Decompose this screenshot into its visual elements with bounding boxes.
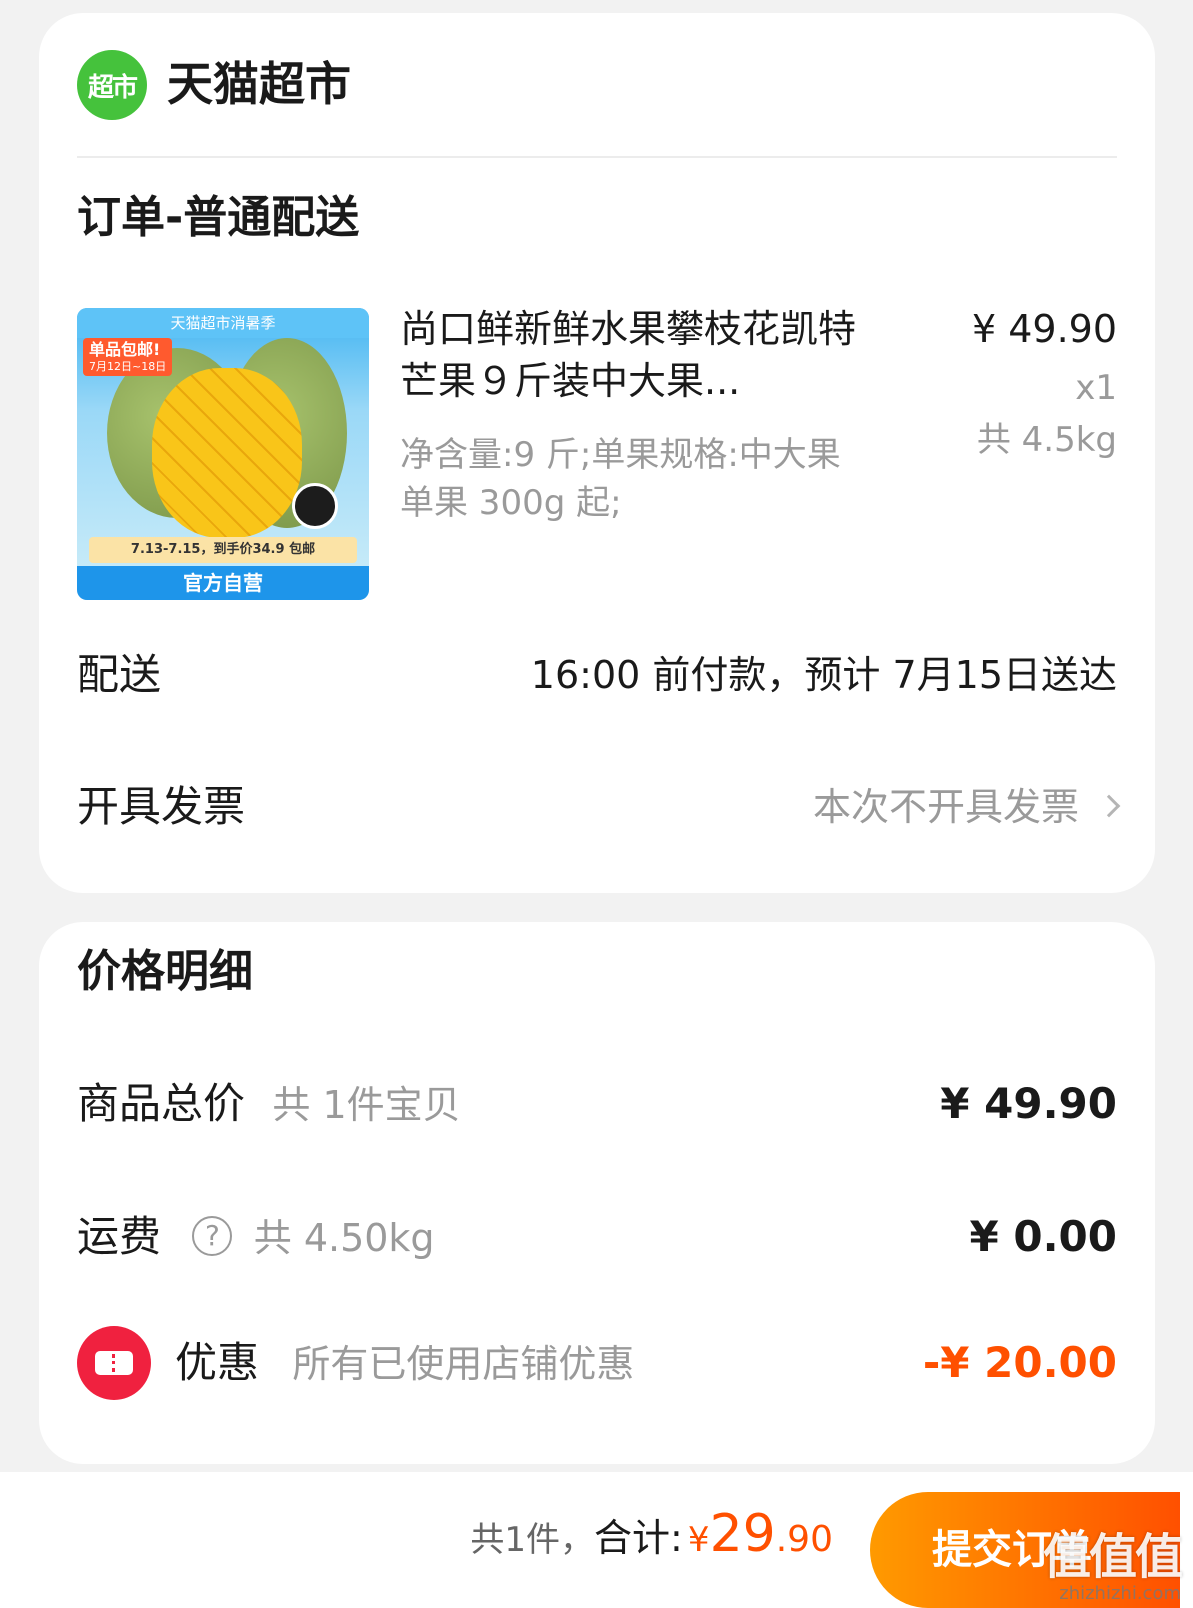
price-detail-card: 价格明细 商品总价 共 1件宝贝 ¥ 49.90 运费 ? 共 4.50kg ¥… bbox=[39, 922, 1155, 1464]
thumb-price-note: 7.13-7.15，到手价34.9 包邮 bbox=[89, 537, 357, 563]
checkout-bar: 共1件，合计: ¥29.90 提交订单 值值值 zhizhizhi.com bbox=[0, 1472, 1193, 1608]
total-label: 合计: bbox=[594, 1516, 683, 1560]
goods-total-label: 商品总价 bbox=[77, 1079, 246, 1128]
coupon-icon bbox=[77, 1326, 151, 1400]
thumb-promo-text: 单品包邮! bbox=[89, 340, 161, 359]
discount-note: 所有已使用店铺优惠 bbox=[292, 1342, 635, 1386]
thumb-official-label: 官方自营 bbox=[77, 566, 369, 600]
store-logo: 超市 bbox=[77, 50, 147, 120]
shipping-label: 运费 bbox=[77, 1212, 162, 1261]
store-name[interactable]: 天猫超市 bbox=[167, 53, 351, 115]
invoice-value: 本次不开具发票 bbox=[812, 785, 1079, 829]
invoice-label: 开具发票 bbox=[77, 782, 246, 831]
product-title[interactable]: 尚口鲜新鲜水果攀枝花凯特芒果９斤装中大果... bbox=[400, 303, 890, 407]
order-section-title: 订单-普通配送 bbox=[77, 192, 360, 243]
thumb-promo: 单品包邮! 7月12日~18日 bbox=[83, 338, 173, 376]
product-thumbnail[interactable]: 天猫超市消暑季 单品包邮! 7月12日~18日 7.13-7.15，到手价34.… bbox=[77, 308, 369, 600]
total-currency: ¥ bbox=[687, 1520, 710, 1560]
discount-label: 优惠 bbox=[175, 1338, 260, 1387]
order-total: 共1件，合计: ¥29.90 bbox=[470, 1494, 833, 1586]
delivery-value: 16:00 前付款，预计 7月15日送达 bbox=[530, 653, 1117, 697]
price-section-title: 价格明细 bbox=[77, 946, 253, 997]
goods-total-note: 共 1件宝贝 bbox=[272, 1083, 461, 1127]
goods-total-amount: ¥ 49.90 bbox=[940, 1079, 1117, 1128]
shipping-row: 运费 ? 共 4.50kg bbox=[77, 1208, 435, 1267]
total-item-count: 共1件， bbox=[470, 1520, 595, 1560]
order-card: 超市 天猫超市 订单-普通配送 天猫超市消暑季 单品包邮! 7月12日~18日 … bbox=[39, 13, 1155, 893]
total-amount-decimal: .90 bbox=[775, 1519, 833, 1560]
tmall-cat-icon bbox=[292, 483, 338, 529]
goods-total-row: 商品总价 共 1件宝贝 bbox=[77, 1075, 461, 1134]
product-qty: x1 bbox=[1075, 368, 1117, 408]
thumb-promo-date: 7月12日~18日 bbox=[89, 360, 167, 373]
watermark: 值值值 zhizhizhi.com bbox=[1042, 1529, 1183, 1604]
product-spec: 净含量:9 斤;单果规格:中大果 单果 300g 起; bbox=[400, 435, 841, 523]
watermark-url: zhizhizhi.com bbox=[1059, 1583, 1181, 1604]
delivery-label: 配送 bbox=[77, 650, 162, 699]
invoice-row[interactable]: 本次不开具发票 bbox=[812, 778, 1121, 836]
discount-row[interactable]: 优惠 所有已使用店铺优惠 bbox=[175, 1334, 634, 1393]
thumb-banner: 天猫超市消暑季 bbox=[77, 308, 369, 338]
help-icon[interactable]: ? bbox=[192, 1215, 233, 1256]
total-amount-integer: 29 bbox=[709, 1504, 776, 1564]
shipping-weight: 共 4.50kg bbox=[253, 1216, 435, 1260]
shipping-amount: ¥ 0.00 bbox=[969, 1212, 1117, 1261]
product-price: ¥ 49.90 bbox=[971, 307, 1117, 351]
product-weight: 共 4.5kg bbox=[976, 420, 1117, 460]
mango-cut-image bbox=[152, 368, 302, 538]
chevron-right-icon bbox=[1097, 794, 1121, 817]
divider bbox=[77, 156, 1117, 158]
watermark-logo: 值值值 bbox=[1042, 1529, 1183, 1585]
discount-amount: -¥ 20.00 bbox=[922, 1338, 1117, 1387]
